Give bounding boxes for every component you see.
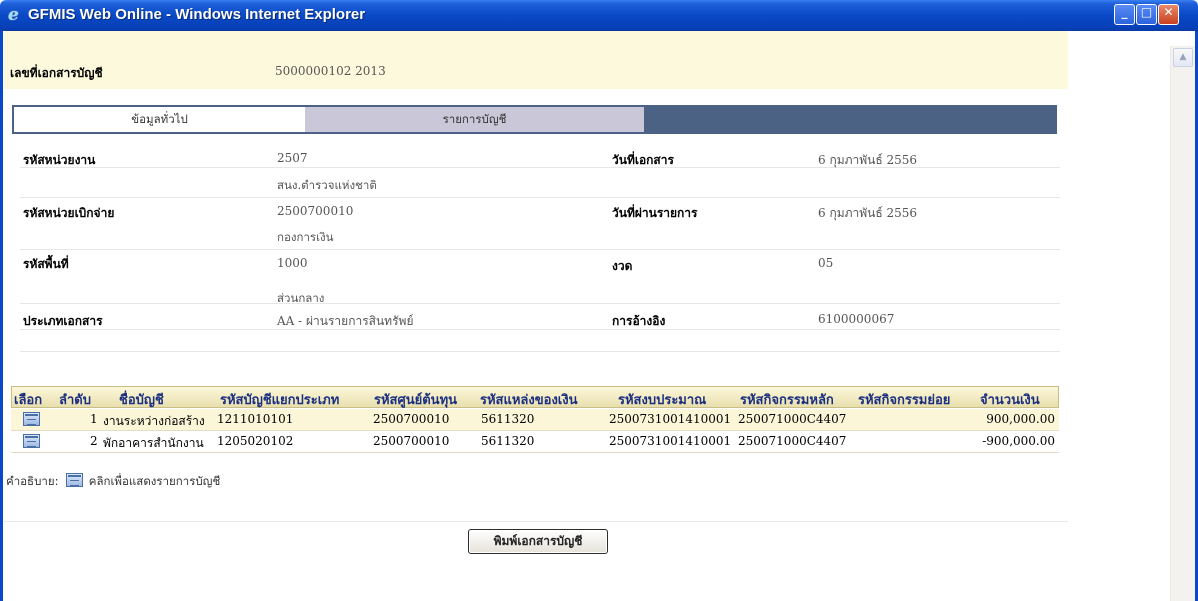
tab-account-items[interactable]: รายการบัญชี <box>305 107 644 132</box>
row-cost-center: 2500700010 <box>373 412 450 426</box>
info-row: กองการเงิน รหัสพื้นที่ 1000 งวด 05 <box>20 224 1060 273</box>
reference-value: 6100000067 <box>818 312 895 326</box>
vertical-scrollbar[interactable]: ▲ <box>1170 46 1195 601</box>
period-value: 05 <box>818 256 834 270</box>
table-header: เลือก ลำดับ ชื่อบัญชี รหัสบัญชีแยกประเภท… <box>11 386 1059 408</box>
column-header-main-activity: รหัสกิจกรรมหลัก <box>740 393 834 408</box>
disbursing-unit-value: 2500700010 <box>277 204 354 218</box>
row-seq: 1 <box>90 412 98 426</box>
column-header-amount: จำนวนเงิน <box>980 393 1040 408</box>
document-number-value: 5000000102 2013 <box>275 64 386 78</box>
unit-code-value: 2507 <box>277 151 308 165</box>
row-gl: 1211010101 <box>217 412 294 426</box>
table-row[interactable]: 1 งานระหว่างก่อสร้าง 1211010101 25007000… <box>11 409 1059 431</box>
row-amount: -900,000.00 <box>982 434 1055 448</box>
row-main-activity: 250071000C4407 <box>738 412 847 426</box>
row-gl: 1205020102 <box>217 434 294 448</box>
page-content: เลขที่เอกสารบัญชี 5000000102 2013 ข้อมูล… <box>4 31 1170 601</box>
column-header-fund: รหัสแหล่งของเงิน <box>480 393 578 408</box>
document-number-bar: เลขที่เอกสารบัญชี 5000000102 2013 <box>4 31 1068 89</box>
legend-text: คลิกเพื่อแสดงรายการบัญชี <box>88 474 221 488</box>
row-main-activity: 250071000C4407 <box>738 434 847 448</box>
row-account-name: พักอาคารสำนักงาน <box>103 436 204 450</box>
legend-prefix: คำอธิบาย: <box>6 474 59 488</box>
posting-date-value: 6 กุมภาพันธ์ 2556 <box>818 206 918 220</box>
info-row: ประเภทเอกสาร AA - ผ่านรายการสินทรัพย์ กา… <box>20 304 1060 330</box>
area-code-label: รหัสพื้นที่ <box>23 257 69 271</box>
column-header-cost-center: รหัสศูนย์ต้นทุน <box>374 393 458 408</box>
area-code-value: 1000 <box>277 256 308 270</box>
disbursing-unit-name: กองการเงิน <box>277 230 334 244</box>
row-fund: 5611320 <box>481 434 535 448</box>
legend: คำอธิบาย: คลิกเพื่อแสดงรายการบัญชี <box>6 471 220 491</box>
internet-explorer-icon: e <box>8 5 19 25</box>
tab-strip: ข้อมูลทั่วไป รายการบัญชี <box>12 105 1057 134</box>
close-button[interactable]: ✕ <box>1158 4 1179 25</box>
column-header-account-name: ชื่อบัญชี <box>119 393 164 408</box>
window-titlebar[interactable]: e GFMIS Web Online - Windows Internet Ex… <box>0 0 1198 31</box>
doc-type-value: AA - ผ่านรายการสินทรัพย์ <box>277 314 414 328</box>
column-header-select: เลือก <box>14 393 43 408</box>
maximize-button[interactable]: □ <box>1136 4 1157 25</box>
row-cost-center: 2500700010 <box>373 434 450 448</box>
row-budget: 2500731001410001 <box>609 412 732 426</box>
reference-label: การอ้างอิง <box>612 314 666 328</box>
document-number-label: เลขที่เอกสารบัญชี <box>10 66 103 80</box>
document-list-icon[interactable] <box>23 412 40 426</box>
posting-date-label: วันที่ผ่านรายการ <box>612 206 698 220</box>
column-header-sub-activity: รหัสกิจกรรมย่อย <box>858 393 951 408</box>
row-seq: 2 <box>90 434 98 448</box>
row-budget: 2500731001410001 <box>609 434 732 448</box>
disbursing-unit-label: รหัสหน่วยเบิกจ่าย <box>23 206 115 220</box>
window-frame-left <box>0 31 3 601</box>
row-account-name: งานระหว่างก่อสร้าง <box>103 414 205 428</box>
table-row[interactable]: 2 พักอาคารสำนักงาน 1205020102 2500700010… <box>11 431 1059 453</box>
column-header-seq: ลำดับ <box>59 393 91 408</box>
info-row: ส่วนกลาง <box>20 278 1060 305</box>
document-list-icon[interactable] <box>23 434 40 448</box>
divider <box>4 521 1068 522</box>
info-row: รหัสหน่วยงาน 2507 วันที่เอกสาร 6 กุมภาพั… <box>20 148 1060 168</box>
info-row <box>20 330 1060 352</box>
row-fund: 5611320 <box>481 412 535 426</box>
tab-general-info[interactable]: ข้อมูลทั่วไป <box>14 107 305 132</box>
minimize-button[interactable]: _ <box>1114 4 1135 25</box>
period-label: งวด <box>612 259 633 273</box>
row-amount: 900,000.00 <box>986 412 1055 426</box>
scroll-up-arrow-icon[interactable]: ▲ <box>1173 48 1193 67</box>
info-row: สนง.ตำรวจแห่งชาติ รหัสหน่วยเบิกจ่าย 2500… <box>20 168 1060 220</box>
document-list-icon <box>66 473 84 487</box>
unit-name: สนง.ตำรวจแห่งชาติ <box>277 178 377 192</box>
column-header-gl: รหัสบัญชีแยกประเภท <box>220 393 340 408</box>
column-header-budget: รหัสงบประมาณ <box>618 393 707 408</box>
doc-type-label: ประเภทเอกสาร <box>23 314 103 328</box>
window-title: GFMIS Web Online - Windows Internet Expl… <box>28 6 366 23</box>
print-document-button[interactable]: พิมพ์เอกสารบัญชี <box>468 529 608 554</box>
